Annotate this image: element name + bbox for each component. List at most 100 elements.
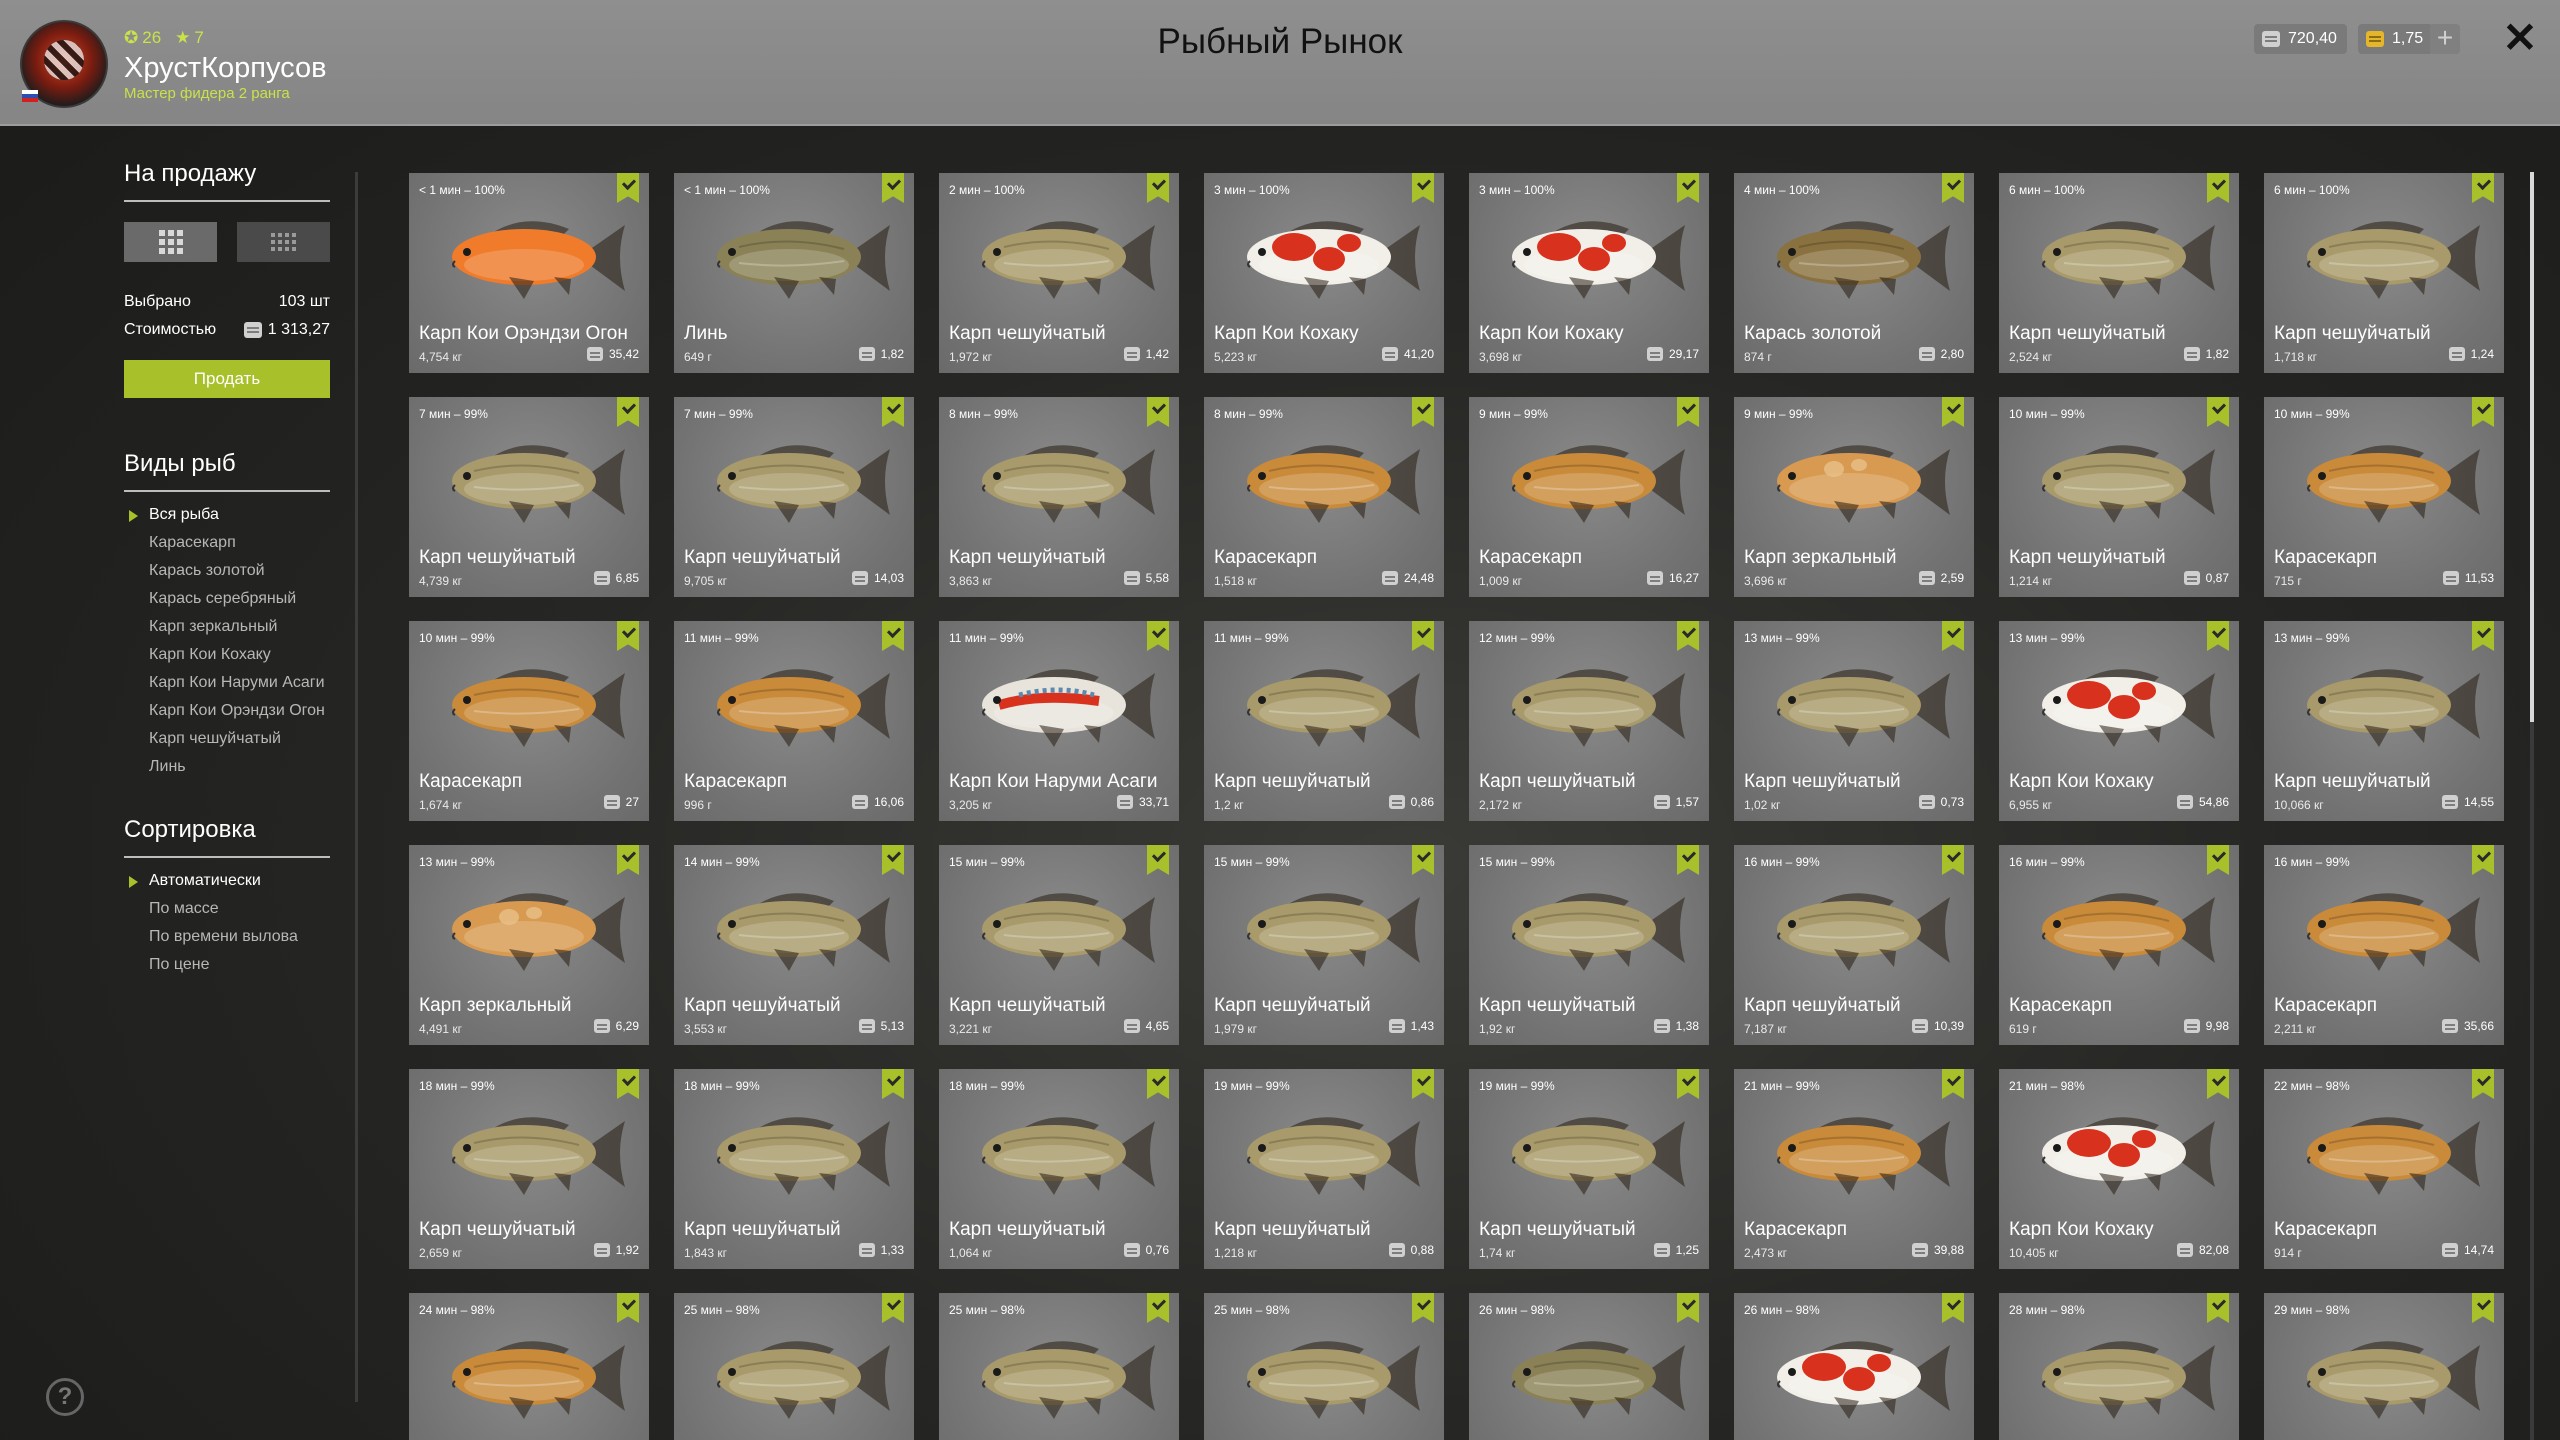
fish-card[interactable]: 25 мин – 98% (1204, 1293, 1444, 1440)
bookmark-check-icon[interactable] (2207, 845, 2229, 875)
bookmark-check-icon[interactable] (882, 397, 904, 427)
bookmark-check-icon[interactable] (2207, 173, 2229, 203)
bookmark-check-icon[interactable] (1942, 397, 1964, 427)
bookmark-check-icon[interactable] (2207, 397, 2229, 427)
grid-scrollbar[interactable] (2530, 172, 2534, 1440)
bookmark-check-icon[interactable] (2207, 1293, 2229, 1323)
fish-card[interactable]: 9 мин – 99% Карп зеркальный 3,696 кг 2,59 (1734, 397, 1974, 597)
bookmark-check-icon[interactable] (882, 621, 904, 651)
fish-card[interactable]: 26 мин – 98% (1469, 1293, 1709, 1440)
fish-card[interactable]: 16 мин – 99% Карасекарп 2,211 кг 35,66 (2264, 845, 2504, 1045)
bookmark-check-icon[interactable] (617, 173, 639, 203)
fish-card[interactable]: 13 мин – 99% Карп зеркальный 4,491 кг 6,29 (409, 845, 649, 1045)
bookmark-check-icon[interactable] (617, 1069, 639, 1099)
fish-card[interactable]: 25 мин – 98% (939, 1293, 1179, 1440)
bookmark-check-icon[interactable] (1677, 397, 1699, 427)
species-filter-item[interactable]: Карп чешуйчатый (124, 730, 330, 748)
fish-card[interactable]: 10 мин – 99% Карасекарп 1,674 кг 27 (409, 621, 649, 821)
fish-card[interactable]: 16 мин – 99% Карп чешуйчатый 7,187 кг 10,39 (1734, 845, 1974, 1045)
fish-card[interactable]: 11 мин – 99% Карп чешуйчатый 1,2 кг 0,86 (1204, 621, 1444, 821)
bookmark-check-icon[interactable] (1942, 173, 1964, 203)
bookmark-check-icon[interactable] (2472, 1293, 2494, 1323)
species-filter-item[interactable]: Карасекарп (124, 534, 330, 552)
bookmark-check-icon[interactable] (882, 173, 904, 203)
species-filter-item[interactable]: Карп Кои Кохаку (124, 646, 330, 664)
fish-card[interactable]: 13 мин – 99% Карп Кои Кохаку 6,955 кг 54,86 (1999, 621, 2239, 821)
fish-card[interactable]: 15 мин – 99% Карп чешуйчатый 3,221 кг 4,65 (939, 845, 1179, 1045)
species-filter-item[interactable]: Карась серебряный (124, 590, 330, 608)
bookmark-check-icon[interactable] (1147, 1293, 1169, 1323)
fish-card[interactable]: 11 мин – 99% Карп Кои Наруми Асаги 3,205 к… (939, 621, 1179, 821)
bookmark-check-icon[interactable] (2472, 845, 2494, 875)
bookmark-check-icon[interactable] (1677, 845, 1699, 875)
fish-card[interactable]: 12 мин – 99% Карп чешуйчатый 2,172 кг 1,57 (1469, 621, 1709, 821)
bookmark-check-icon[interactable] (1942, 1293, 1964, 1323)
bookmark-check-icon[interactable] (617, 845, 639, 875)
species-filter-item[interactable]: Карась золотой (124, 562, 330, 580)
fish-card[interactable]: 6 мин – 100% Карп чешуйчатый 1,718 кг 1,24 (2264, 173, 2504, 373)
fish-card[interactable]: 14 мин – 99% Карп чешуйчатый 3,553 кг 5,13 (674, 845, 914, 1045)
bookmark-check-icon[interactable] (882, 845, 904, 875)
species-filter-item[interactable]: Карп Кои Орэндзи Огон (124, 702, 330, 720)
bookmark-check-icon[interactable] (1412, 173, 1434, 203)
bookmark-check-icon[interactable] (1147, 621, 1169, 651)
bookmark-check-icon[interactable] (2472, 621, 2494, 651)
bookmark-check-icon[interactable] (1412, 397, 1434, 427)
sort-option-item[interactable]: По времени вылова (124, 928, 330, 946)
fish-card[interactable]: 13 мин – 99% Карп чешуйчатый 10,066 кг 14,5… (2264, 621, 2504, 821)
bookmark-check-icon[interactable] (1942, 845, 1964, 875)
fish-card[interactable]: 8 мин – 99% Карасекарп 1,518 кг 24,48 (1204, 397, 1444, 597)
fish-card[interactable]: 15 мин – 99% Карп чешуйчатый 1,92 кг 1,38 (1469, 845, 1709, 1045)
bookmark-check-icon[interactable] (1147, 845, 1169, 875)
bookmark-check-icon[interactable] (1677, 173, 1699, 203)
bookmark-check-icon[interactable] (1147, 173, 1169, 203)
close-button[interactable]: ✕ (2500, 17, 2540, 59)
bookmark-check-icon[interactable] (1677, 1293, 1699, 1323)
sort-option-item[interactable]: По массе (124, 900, 330, 918)
bookmark-check-icon[interactable] (1677, 621, 1699, 651)
sort-option-item[interactable]: По цене (124, 956, 330, 974)
fish-card[interactable]: 7 мин – 99% Карп чешуйчатый 4,739 кг 6,85 (409, 397, 649, 597)
fish-card[interactable]: 16 мин – 99% Карасекарп 619 г 9,98 (1999, 845, 2239, 1045)
fish-card[interactable]: 21 мин – 98% Карп Кои Кохаку 10,405 кг 82,0… (1999, 1069, 2239, 1269)
bookmark-check-icon[interactable] (2207, 621, 2229, 651)
bookmark-check-icon[interactable] (1147, 1069, 1169, 1099)
bookmark-check-icon[interactable] (1412, 845, 1434, 875)
fish-card[interactable]: 2 мин – 100% Карп чешуйчатый 1,972 кг 1,42 (939, 173, 1179, 373)
bookmark-check-icon[interactable] (1677, 1069, 1699, 1099)
fish-card[interactable]: 4 мин – 100% Карась золотой 874 г 2,80 (1734, 173, 1974, 373)
species-filter-item[interactable]: Линь (124, 758, 330, 776)
bookmark-check-icon[interactable] (2472, 397, 2494, 427)
species-filter-item[interactable]: Карп зеркальный (124, 618, 330, 636)
bookmark-check-icon[interactable] (1412, 1069, 1434, 1099)
fish-card[interactable]: 25 мин – 98% (674, 1293, 914, 1440)
bookmark-check-icon[interactable] (617, 621, 639, 651)
bookmark-check-icon[interactable] (882, 1069, 904, 1099)
bookmark-check-icon[interactable] (1147, 397, 1169, 427)
fish-card[interactable]: 15 мин – 99% Карп чешуйчатый 1,979 кг 1,43 (1204, 845, 1444, 1045)
fish-card[interactable]: 21 мин – 99% Карасекарп 2,473 кг 39,88 (1734, 1069, 1974, 1269)
bookmark-check-icon[interactable] (882, 1293, 904, 1323)
fish-card[interactable]: 9 мин – 99% Карасекарп 1,009 кг 16,27 (1469, 397, 1709, 597)
fish-card[interactable]: 7 мин – 99% Карп чешуйчатый 9,705 кг 14,03 (674, 397, 914, 597)
bookmark-check-icon[interactable] (617, 1293, 639, 1323)
scrollbar-thumb[interactable] (2530, 172, 2534, 722)
species-filter-item[interactable]: Карп Кои Наруми Асаги (124, 674, 330, 692)
fish-card[interactable]: 24 мин – 98% (409, 1293, 649, 1440)
fish-card[interactable]: 13 мин – 99% Карп чешуйчатый 1,02 кг 0,73 (1734, 621, 1974, 821)
fish-card[interactable]: 19 мин – 99% Карп чешуйчатый 1,74 кг 1,25 (1469, 1069, 1709, 1269)
fish-card[interactable]: 10 мин – 99% Карп чешуйчатый 1,214 кг 0,87 (1999, 397, 2239, 597)
sell-button[interactable]: Продать (124, 360, 330, 398)
fish-card[interactable]: 18 мин – 99% Карп чешуйчатый 1,843 кг 1,33 (674, 1069, 914, 1269)
bookmark-check-icon[interactable] (1412, 1293, 1434, 1323)
species-filter-item[interactable]: Вся рыба (124, 506, 330, 524)
fish-card[interactable]: 10 мин – 99% Карасекарп 715 г 11,53 (2264, 397, 2504, 597)
bookmark-check-icon[interactable] (1942, 621, 1964, 651)
fish-card[interactable]: < 1 мин – 100% Линь 649 г 1,82 (674, 173, 914, 373)
fish-card[interactable]: 19 мин – 99% Карп чешуйчатый 1,218 кг 0,88 (1204, 1069, 1444, 1269)
fish-card[interactable]: < 1 мин – 100% Карп Кои Орэндзи Огон 4,754… (409, 173, 649, 373)
bookmark-check-icon[interactable] (1412, 621, 1434, 651)
bookmark-check-icon[interactable] (2472, 173, 2494, 203)
sort-option-item[interactable]: Автоматически (124, 872, 330, 890)
fish-card[interactable]: 6 мин – 100% Карп чешуйчатый 2,524 кг 1,82 (1999, 173, 2239, 373)
